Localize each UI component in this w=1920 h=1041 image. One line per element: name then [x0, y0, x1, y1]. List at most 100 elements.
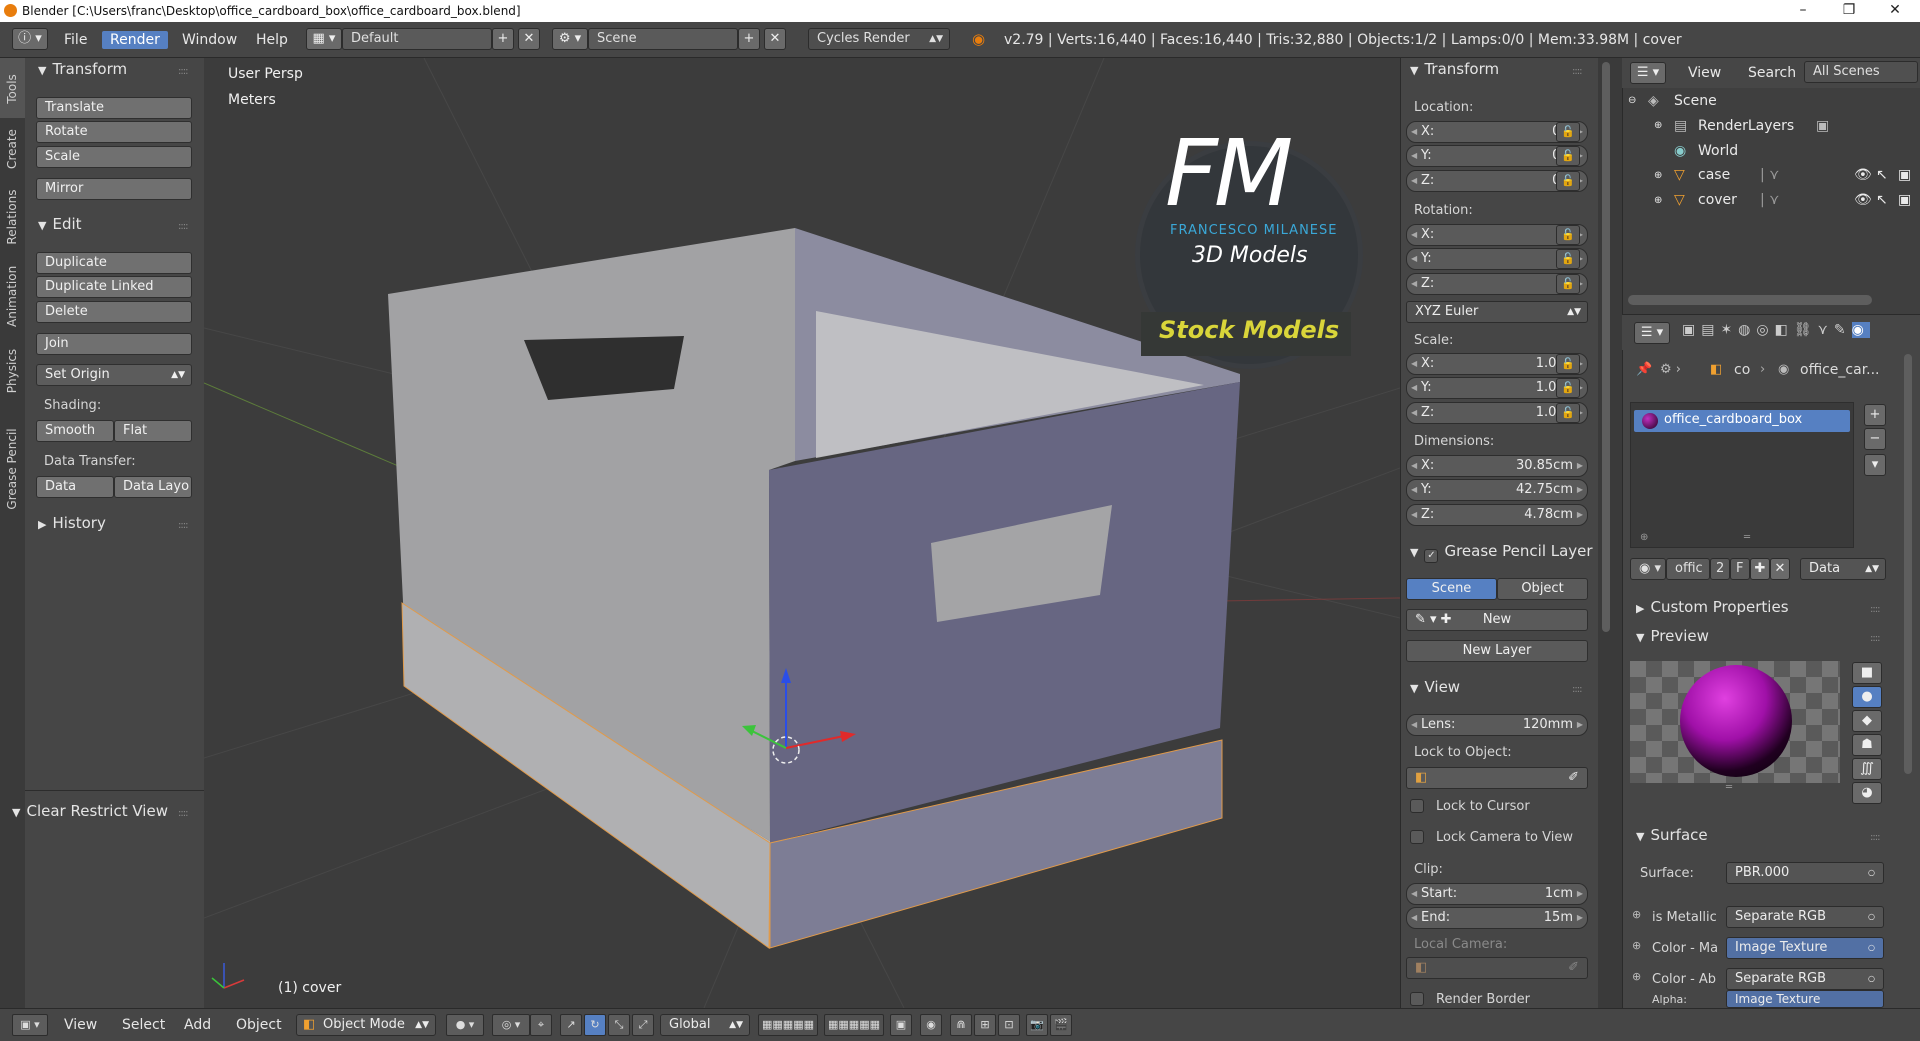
input-select-metallic[interactable]: Separate RGB ○ [1726, 906, 1884, 928]
outliner-menu-search[interactable]: Search [1740, 64, 1804, 82]
panel-grip-icon[interactable]: :::: [1572, 66, 1583, 77]
layout-field[interactable]: Default [342, 28, 492, 50]
lock-icon[interactable]: 🔓 [1556, 171, 1580, 191]
dimension-z-field[interactable]: ◀ Z: 4.78cm ▶ [1406, 504, 1588, 526]
outliner-item-cover[interactable]: cover [1698, 192, 1737, 208]
pin-icon[interactable]: 📌 [1636, 362, 1652, 377]
outliner-menu-view[interactable]: View [1680, 64, 1729, 82]
tab-animation[interactable]: Animation [0, 256, 25, 336]
shade-flat-button[interactable]: Flat [114, 420, 192, 442]
pivot-point-icon[interactable]: ◎ ▾ [492, 1014, 530, 1036]
manipulator-extra-icon[interactable]: ⤢ [632, 1014, 654, 1036]
menu-file[interactable]: File [56, 31, 95, 49]
scene-icon[interactable]: ⚙ ▾ [552, 28, 588, 50]
visibility-eye-icon[interactable]: 👁 [1854, 192, 1872, 208]
menu-add[interactable]: Add [184, 1017, 211, 1033]
preview-world-icon[interactable]: ◕ [1852, 782, 1882, 804]
snap-magnet-icon[interactable]: ⋒ [950, 1014, 972, 1036]
tab-physics[interactable]: Physics [0, 338, 25, 402]
rotation-mode-select[interactable]: XYZ Euler ▲▼ [1406, 301, 1588, 323]
gp-new-layer-button[interactable]: New Layer [1406, 640, 1588, 662]
preview-hair-icon[interactable]: ∭ [1852, 758, 1882, 780]
outliner-item-case[interactable]: case [1698, 167, 1730, 183]
lock-icon[interactable]: 🔓 [1556, 378, 1580, 398]
tab-tools[interactable]: Tools [0, 58, 25, 118]
outliner-item-world[interactable]: World [1698, 143, 1738, 159]
grease-pencil-layer-header[interactable]: ▼ ✓ Grease Pencil Layer [1410, 542, 1593, 563]
rotate-button[interactable]: Rotate [36, 121, 192, 143]
lens-field[interactable]: ◀ Lens: 120mm ▶ [1406, 714, 1588, 736]
add-layout-icon[interactable]: + [492, 28, 514, 50]
mirror-button[interactable]: Mirror [36, 178, 192, 200]
sidebar-scrollbar[interactable] [1602, 62, 1610, 632]
tab-grease-pencil[interactable]: Grease Pencil [0, 404, 25, 534]
input-select-alpha[interactable]: Image Texture [1726, 990, 1884, 1008]
close-button[interactable]: ✕ [1872, 0, 1918, 22]
viewport-shading-icon[interactable]: ● ▾ [446, 1014, 484, 1036]
menu-render[interactable]: Render [102, 31, 168, 49]
n-transform-header[interactable]: ▼ Transform [1410, 60, 1499, 78]
scene-field[interactable]: Scene [588, 28, 738, 50]
panel-grip-icon[interactable]: :::: [178, 221, 189, 232]
menu-select[interactable]: Select [122, 1017, 165, 1033]
custom-properties-header[interactable]: ▶ Custom Properties [1636, 598, 1789, 616]
tab-create[interactable]: Create [0, 118, 25, 178]
material-slot-item[interactable]: office_cardboard_box [1634, 410, 1850, 432]
lock-icon[interactable]: 🔓 [1556, 403, 1580, 423]
proportional-edit-icon[interactable]: ◉ [920, 1014, 942, 1036]
outliner-item-renderlayers[interactable]: RenderLayers [1698, 118, 1794, 134]
history-panel-header[interactable]: ▶ History [38, 514, 106, 532]
outliner-editor-icon[interactable]: ☰ ▾ [1630, 62, 1666, 84]
delete-button[interactable]: Delete [36, 301, 192, 323]
outliner-filter-select[interactable]: All Scenes [1804, 61, 1918, 83]
preview-monkey-icon[interactable]: ☗ [1852, 734, 1882, 756]
gp-new-button[interactable]: ✎ ▾ ✚ New [1406, 609, 1588, 631]
surface-shader-select[interactable]: PBR.000 ○ [1726, 862, 1884, 884]
material-users-count[interactable]: 2 [1710, 558, 1730, 580]
eyedropper-icon[interactable]: ✐ [1568, 768, 1579, 788]
eyedropper-icon[interactable]: ✐ [1568, 958, 1579, 978]
preview-sphere-icon[interactable]: ● [1852, 686, 1882, 708]
lock-camera-checkbox[interactable] [1410, 830, 1424, 844]
menu-object[interactable]: Object [236, 1017, 282, 1033]
grease-pencil-checkbox[interactable]: ✓ [1424, 549, 1439, 563]
unlink-material-icon[interactable]: ✕ [1770, 558, 1790, 580]
dimension-y-field[interactable]: ◀ Y: 42.75cm ▶ [1406, 479, 1588, 501]
input-select-color-ma[interactable]: Image Texture ○ [1726, 937, 1884, 959]
context-tabs-icons[interactable]: ▣▤✶◍◎◧⛓⋎✎◉ [1682, 322, 1870, 338]
preview-resize-icon[interactable]: ═ [1726, 782, 1732, 793]
clear-restrict-view-header[interactable]: ▼ Clear Restrict View [12, 802, 168, 820]
join-button[interactable]: Join [36, 333, 192, 355]
preview-flat-icon[interactable]: ■ [1852, 662, 1882, 684]
remove-slot-icon[interactable]: − [1864, 428, 1886, 450]
render-border-checkbox[interactable] [1410, 992, 1424, 1006]
gp-object-button[interactable]: Object [1497, 578, 1588, 600]
opengl-animation-icon[interactable]: 🎬 [1050, 1014, 1072, 1036]
visibility-eye-icon[interactable]: 👁 [1854, 167, 1872, 183]
gp-scene-button[interactable]: Scene [1406, 578, 1497, 600]
lock-icon[interactable]: 🔓 [1556, 225, 1580, 245]
data-transfer-button[interactable]: Data [36, 476, 114, 498]
panel-grip-icon[interactable]: :::: [1870, 604, 1881, 615]
add-scene-icon[interactable]: + [738, 28, 760, 50]
render-camera-icon[interactable]: ▣ [1898, 167, 1911, 183]
editor-type-info-icon[interactable]: ⓘ ▾ [12, 28, 48, 50]
duplicate-button[interactable]: Duplicate [36, 252, 192, 274]
translate-button[interactable]: Translate [36, 97, 192, 119]
duplicate-linked-button[interactable]: Duplicate Linked [36, 276, 192, 298]
manipulator-rotate-icon[interactable]: ↻ [584, 1014, 606, 1036]
render-engine-select[interactable]: Cycles Render ▲▼ [808, 28, 950, 50]
clip-end-field[interactable]: ◀ End: 15m ▶ [1406, 907, 1588, 929]
input-expand-icon[interactable]: ⊕ [1632, 939, 1641, 952]
edit-panel-header[interactable]: ▼ Edit [38, 215, 82, 233]
render-camera-icon[interactable]: ▣ [1898, 192, 1911, 208]
menu-help[interactable]: Help [248, 31, 296, 49]
manipulator-translate-icon[interactable]: ↗ [560, 1014, 582, 1036]
panel-grip-icon[interactable]: :::: [1870, 633, 1881, 644]
link-select[interactable]: Data ▲▼ [1800, 558, 1886, 580]
resize-grip-icon[interactable]: ⊕ [1640, 532, 1648, 543]
minimize-button[interactable]: – [1780, 0, 1826, 22]
select-arrow-icon[interactable]: ↖ [1876, 167, 1888, 183]
opengl-render-icon[interactable]: 📷 [1026, 1014, 1048, 1036]
tab-relations[interactable]: Relations [0, 180, 25, 254]
